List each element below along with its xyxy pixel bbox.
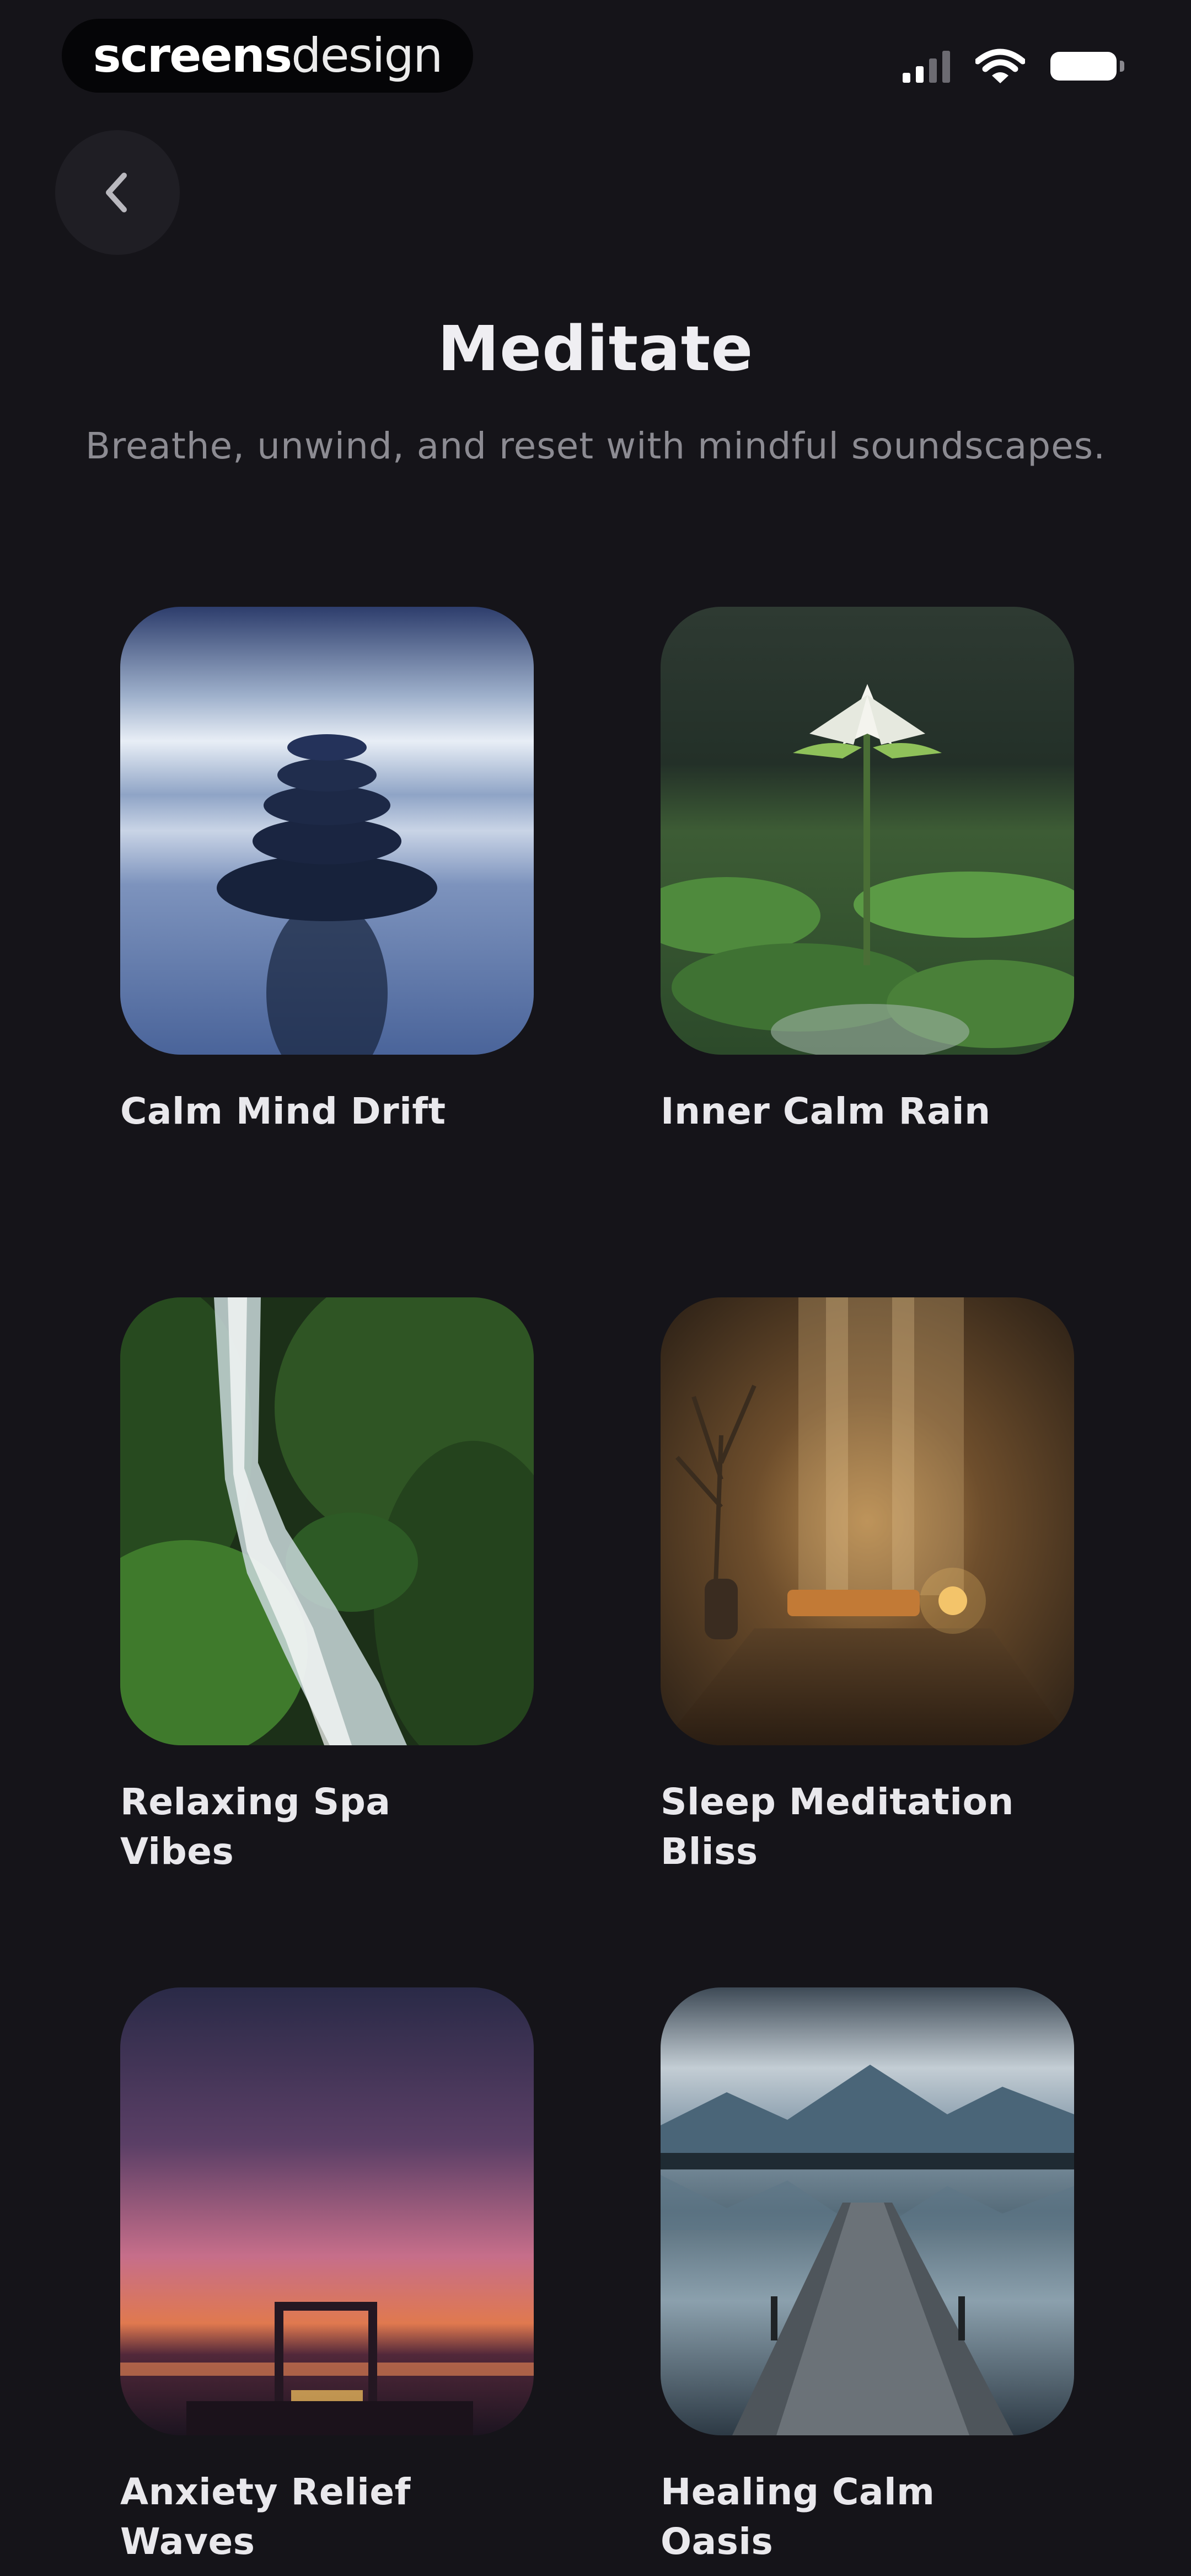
cellular-signal-icon [903, 50, 950, 83]
session-card-anxiety-relief-waves[interactable]: Anxiety Relief Waves [120, 1987, 534, 2567]
battery-icon [1050, 52, 1124, 81]
session-thumbnail [661, 607, 1074, 1055]
page-title: Meditate [437, 313, 754, 385]
session-title: Inner Calm Rain [661, 1090, 991, 1132]
back-button[interactable] [55, 130, 180, 255]
wifi-icon [975, 49, 1025, 83]
session-title: Anxiety Relief Waves [120, 2471, 411, 2563]
session-thumbnail [661, 1297, 1074, 1745]
status-icons [903, 44, 1124, 88]
session-thumbnail [120, 1987, 534, 2435]
session-title: Calm Mind Drift [120, 1090, 446, 1132]
session-card-relaxing-spa-vibes[interactable]: Relaxing Spa Vibes [120, 1297, 534, 1877]
session-title: Relaxing Spa Vibes [120, 1781, 391, 1873]
session-thumbnail [120, 607, 534, 1055]
page-subtitle: Breathe, unwind, and reset with mindful … [85, 425, 1106, 467]
session-card-healing-calm-oasis[interactable]: Healing Calm Oasis [661, 1987, 1074, 2567]
screensdesign-watermark: screens design [62, 19, 473, 93]
session-thumbnail [120, 1297, 534, 1745]
brand-bold-text: screens [93, 28, 293, 83]
chevron-left-icon [106, 173, 127, 212]
session-card-sleep-meditation-bliss[interactable]: Sleep Meditation Bliss [661, 1297, 1074, 1877]
session-card-calm-mind-drift[interactable]: Calm Mind Drift [120, 607, 534, 1136]
session-title: Sleep Meditation Bliss [661, 1781, 1014, 1873]
session-card-inner-calm-rain[interactable]: Inner Calm Rain [661, 607, 1074, 1136]
session-thumbnail [661, 1987, 1074, 2435]
session-title: Healing Calm Oasis [661, 2471, 935, 2563]
brand-light-text: design [291, 28, 443, 83]
